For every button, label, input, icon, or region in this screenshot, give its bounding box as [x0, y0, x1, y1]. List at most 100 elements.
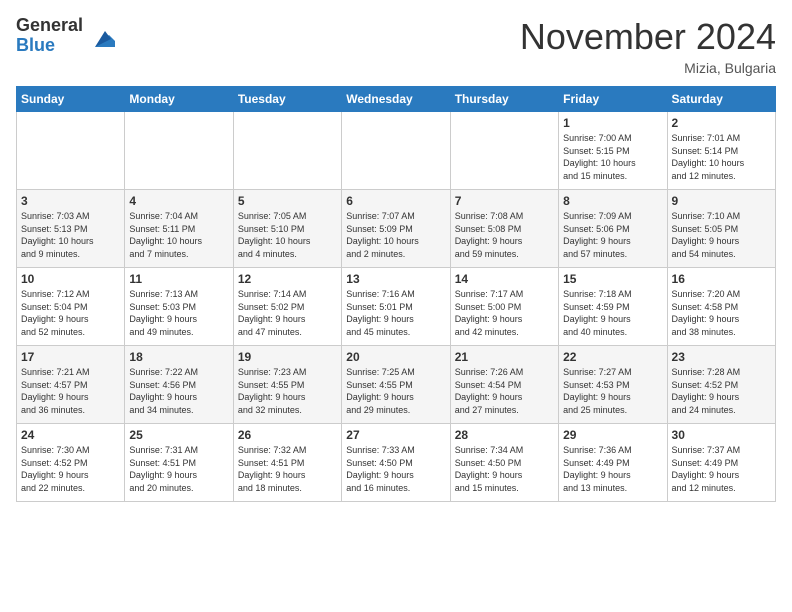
day-info: Sunrise: 7:22 AM Sunset: 4:56 PM Dayligh…	[129, 366, 228, 416]
day-number: 17	[21, 350, 120, 364]
weekday-header-friday: Friday	[559, 87, 667, 112]
day-number: 29	[563, 428, 662, 442]
calendar-cell: 26Sunrise: 7:32 AM Sunset: 4:51 PM Dayli…	[233, 424, 341, 502]
day-number: 18	[129, 350, 228, 364]
day-number: 11	[129, 272, 228, 286]
day-number: 20	[346, 350, 445, 364]
calendar-cell: 17Sunrise: 7:21 AM Sunset: 4:57 PM Dayli…	[17, 346, 125, 424]
day-number: 26	[238, 428, 337, 442]
logo-text: General Blue	[16, 16, 83, 56]
calendar-cell: 10 Sunrise: 7:12 AM Sunset: 5:04 PM Dayli…	[17, 268, 125, 346]
page-container: General Blue November 2024 Mizia, Bulgar…	[0, 0, 792, 510]
calendar-cell: 3Sunrise: 7:03 AM Sunset: 5:13 PM Daylig…	[17, 190, 125, 268]
day-number: 12	[238, 272, 337, 286]
day-info: Sunrise: 7:31 AM Sunset: 4:51 PM Dayligh…	[129, 444, 228, 494]
calendar-body: 1Sunrise: 7:00 AM Sunset: 5:15 PM Daylig…	[17, 112, 776, 502]
calendar-cell	[17, 112, 125, 190]
day-number: 8	[563, 194, 662, 208]
calendar-cell: 19Sunrise: 7:23 AM Sunset: 4:55 PM Dayli…	[233, 346, 341, 424]
calendar-cell: 13 Sunrise: 7:16 AM Sunset: 5:01 PM Dayli…	[342, 268, 450, 346]
calendar-cell: 16 Sunrise: 7:20 AM Sunset: 4:58 PM Dayli…	[667, 268, 775, 346]
day-number: 22	[563, 350, 662, 364]
calendar-cell: 25 Sunrise: 7:31 AM Sunset: 4:51 PM Dayli…	[125, 424, 233, 502]
day-info: Sunrise: 7:36 AM Sunset: 4:49 PM Dayligh…	[563, 444, 662, 494]
logo-icon	[87, 21, 117, 51]
calendar-week-row: 10 Sunrise: 7:12 AM Sunset: 5:04 PM Dayli…	[17, 268, 776, 346]
day-number: 16	[672, 272, 771, 286]
day-number: 28	[455, 428, 554, 442]
day-info: Sunrise: 7:18 AM Sunset: 4:59 PM Dayligh…	[563, 288, 662, 338]
day-number: 6	[346, 194, 445, 208]
day-info: Sunrise: 7:01 AM Sunset: 5:14 PM Dayligh…	[672, 132, 771, 182]
day-number: 4	[129, 194, 228, 208]
calendar-cell: 7 Sunrise: 7:08 AM Sunset: 5:08 PM Daylig…	[450, 190, 558, 268]
calendar-cell: 14Sunrise: 7:17 AM Sunset: 5:00 PM Dayli…	[450, 268, 558, 346]
calendar-cell: 5 Sunrise: 7:05 AM Sunset: 5:10 PM Daylig…	[233, 190, 341, 268]
weekday-header-row: SundayMondayTuesdayWednesdayThursdayFrid…	[17, 87, 776, 112]
weekday-header-saturday: Saturday	[667, 87, 775, 112]
day-info: Sunrise: 7:33 AM Sunset: 4:50 PM Dayligh…	[346, 444, 445, 494]
day-number: 10	[21, 272, 120, 286]
weekday-header-wednesday: Wednesday	[342, 87, 450, 112]
logo: General Blue	[16, 16, 117, 56]
day-info: Sunrise: 7:05 AM Sunset: 5:10 PM Dayligh…	[238, 210, 337, 260]
day-number: 1	[563, 116, 662, 130]
location: Mizia, Bulgaria	[520, 60, 776, 76]
weekday-header-monday: Monday	[125, 87, 233, 112]
day-info: Sunrise: 7:07 AM Sunset: 5:09 PM Dayligh…	[346, 210, 445, 260]
calendar-header: SundayMondayTuesdayWednesdayThursdayFrid…	[17, 87, 776, 112]
day-number: 30	[672, 428, 771, 442]
day-info: Sunrise: 7:34 AM Sunset: 4:50 PM Dayligh…	[455, 444, 554, 494]
calendar-week-row: 3Sunrise: 7:03 AM Sunset: 5:13 PM Daylig…	[17, 190, 776, 268]
calendar-cell: 9 Sunrise: 7:10 AM Sunset: 5:05 PM Daylig…	[667, 190, 775, 268]
day-number: 7	[455, 194, 554, 208]
day-info: Sunrise: 7:25 AM Sunset: 4:55 PM Dayligh…	[346, 366, 445, 416]
day-info: Sunrise: 7:28 AM Sunset: 4:52 PM Dayligh…	[672, 366, 771, 416]
weekday-header-thursday: Thursday	[450, 87, 558, 112]
day-number: 15	[563, 272, 662, 286]
calendar-cell: 15 Sunrise: 7:18 AM Sunset: 4:59 PM Dayli…	[559, 268, 667, 346]
calendar-cell: 6 Sunrise: 7:07 AM Sunset: 5:09 PM Daylig…	[342, 190, 450, 268]
day-info: Sunrise: 7:16 AM Sunset: 5:01 PM Dayligh…	[346, 288, 445, 338]
day-number: 23	[672, 350, 771, 364]
day-info: Sunrise: 7:12 AM Sunset: 5:04 PM Dayligh…	[21, 288, 120, 338]
day-info: Sunrise: 7:27 AM Sunset: 4:53 PM Dayligh…	[563, 366, 662, 416]
weekday-header-tuesday: Tuesday	[233, 87, 341, 112]
day-number: 24	[21, 428, 120, 442]
calendar-week-row: 1Sunrise: 7:00 AM Sunset: 5:15 PM Daylig…	[17, 112, 776, 190]
calendar-cell: 21Sunrise: 7:26 AM Sunset: 4:54 PM Dayli…	[450, 346, 558, 424]
logo-line1: General	[16, 16, 83, 36]
calendar-cell	[233, 112, 341, 190]
day-number: 13	[346, 272, 445, 286]
calendar-cell: 27Sunrise: 7:33 AM Sunset: 4:50 PM Dayli…	[342, 424, 450, 502]
calendar-cell: 28 Sunrise: 7:34 AM Sunset: 4:50 PM Dayli…	[450, 424, 558, 502]
calendar-cell: 29 Sunrise: 7:36 AM Sunset: 4:49 PM Dayli…	[559, 424, 667, 502]
day-info: Sunrise: 7:08 AM Sunset: 5:08 PM Dayligh…	[455, 210, 554, 260]
day-number: 9	[672, 194, 771, 208]
day-number: 14	[455, 272, 554, 286]
day-info: Sunrise: 7:10 AM Sunset: 5:05 PM Dayligh…	[672, 210, 771, 260]
day-number: 19	[238, 350, 337, 364]
day-info: Sunrise: 7:03 AM Sunset: 5:13 PM Dayligh…	[21, 210, 120, 260]
calendar-cell: 4Sunrise: 7:04 AM Sunset: 5:11 PM Daylig…	[125, 190, 233, 268]
calendar-cell: 8Sunrise: 7:09 AM Sunset: 5:06 PM Daylig…	[559, 190, 667, 268]
weekday-header-sunday: Sunday	[17, 87, 125, 112]
calendar-cell	[342, 112, 450, 190]
calendar-cell: 22 Sunrise: 7:27 AM Sunset: 4:53 PM Dayli…	[559, 346, 667, 424]
day-number: 5	[238, 194, 337, 208]
day-info: Sunrise: 7:20 AM Sunset: 4:58 PM Dayligh…	[672, 288, 771, 338]
calendar-week-row: 24Sunrise: 7:30 AM Sunset: 4:52 PM Dayli…	[17, 424, 776, 502]
day-info: Sunrise: 7:14 AM Sunset: 5:02 PM Dayligh…	[238, 288, 337, 338]
calendar-cell: 24Sunrise: 7:30 AM Sunset: 4:52 PM Dayli…	[17, 424, 125, 502]
calendar-cell: 12 Sunrise: 7:14 AM Sunset: 5:02 PM Dayli…	[233, 268, 341, 346]
day-info: Sunrise: 7:37 AM Sunset: 4:49 PM Dayligh…	[672, 444, 771, 494]
day-number: 25	[129, 428, 228, 442]
calendar-cell	[450, 112, 558, 190]
calendar-cell: 20 Sunrise: 7:25 AM Sunset: 4:55 PM Dayli…	[342, 346, 450, 424]
day-info: Sunrise: 7:26 AM Sunset: 4:54 PM Dayligh…	[455, 366, 554, 416]
calendar-table: SundayMondayTuesdayWednesdayThursdayFrid…	[16, 86, 776, 502]
month-title: November 2024	[520, 16, 776, 58]
title-block: November 2024 Mizia, Bulgaria	[520, 16, 776, 76]
calendar-cell	[125, 112, 233, 190]
calendar-cell: 30 Sunrise: 7:37 AM Sunset: 4:49 PM Dayli…	[667, 424, 775, 502]
